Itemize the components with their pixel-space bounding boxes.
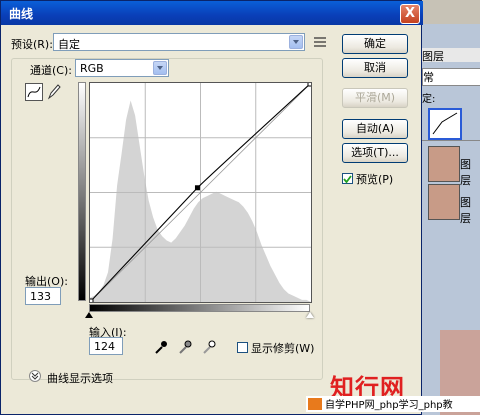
dialog-title: 曲线 <box>9 7 34 21</box>
layer-divider <box>422 140 480 141</box>
input-gradient-bar <box>89 304 310 312</box>
watermark-caption-box: 自学PHP网_php学习_php教 <box>306 396 480 412</box>
curve-svg[interactable] <box>88 81 313 304</box>
black-eyedropper-icon[interactable] <box>153 339 169 358</box>
layer-name-1[interactable]: 图层 <box>460 156 480 188</box>
layers-tab-label: 图层 <box>422 50 444 63</box>
chevron-down-icon <box>153 61 167 75</box>
dialog-titlebar[interactable]: 曲线 X <box>1 1 423 25</box>
layer-name-2[interactable]: 图层 <box>460 194 480 226</box>
preview-label: 预览(P) <box>356 173 394 186</box>
expand-toggle[interactable] <box>29 370 41 382</box>
white-point-slider[interactable] <box>306 312 314 318</box>
layer-thumbnail-2[interactable] <box>428 184 460 220</box>
curve-display-options-label[interactable]: 曲线显示选项 <box>47 370 113 386</box>
black-point-slider[interactable] <box>85 312 93 318</box>
channel-select[interactable]: RGB <box>75 59 169 77</box>
curves-dialog: 曲线 X 预设(R): 自定 确定 取消 平滑(M) 自动(A) 选项(T)..… <box>0 0 423 415</box>
curve-endpoint-white <box>307 81 313 87</box>
curve-tool-icon <box>27 86 41 98</box>
curve-thumb-icon <box>432 112 458 135</box>
curve-endpoint-black <box>88 298 94 304</box>
check-icon <box>343 175 352 184</box>
php-logo-icon <box>308 398 322 410</box>
show-clipping-label: 显示修剪(W) <box>251 342 315 355</box>
curve-control-point <box>194 185 200 191</box>
layers-tab[interactable]: 图层 <box>422 48 480 63</box>
output-gradient-bar <box>78 82 86 301</box>
gray-eyedropper-icon[interactable] <box>177 339 193 358</box>
show-clipping-checkbox[interactable] <box>237 342 248 353</box>
curves-layer-thumbnail[interactable] <box>428 108 462 140</box>
pencil-icon <box>47 84 61 100</box>
blend-mode-select[interactable]: 常 <box>422 68 480 86</box>
channel-value: RGB <box>80 62 104 75</box>
preset-options-icon[interactable] <box>313 35 327 49</box>
double-chevron-down-icon <box>31 372 39 380</box>
curve-point-tool[interactable] <box>25 83 43 101</box>
preset-select[interactable]: 自定 <box>53 33 305 51</box>
layer-thumbnail-1[interactable] <box>428 146 460 182</box>
pencil-tool[interactable] <box>46 83 62 101</box>
close-button[interactable]: X <box>400 4 420 24</box>
lock-label: 定: <box>422 94 436 105</box>
ok-button[interactable]: 确定 <box>342 34 408 54</box>
smooth-button[interactable]: 平滑(M) <box>342 88 408 108</box>
options-button[interactable]: 选项(T)... <box>342 143 408 163</box>
preview-checkbox[interactable] <box>342 173 353 184</box>
preset-label: 预设(R): <box>11 38 53 51</box>
watermark-caption: 自学PHP网_php学习_php教 <box>325 400 453 411</box>
chevron-down-icon <box>289 35 303 49</box>
curve-graph[interactable] <box>88 81 313 304</box>
white-eyedropper-icon[interactable] <box>201 339 217 358</box>
auto-button[interactable]: 自动(A) <box>342 119 408 139</box>
preset-value: 自定 <box>58 38 80 51</box>
output-field[interactable]: 133 <box>25 287 61 305</box>
input-field[interactable]: 124 <box>89 337 123 355</box>
cancel-button[interactable]: 取消 <box>342 58 408 78</box>
blend-mode-value: 常 <box>423 71 434 84</box>
channel-label: 通道(C): <box>30 64 72 77</box>
